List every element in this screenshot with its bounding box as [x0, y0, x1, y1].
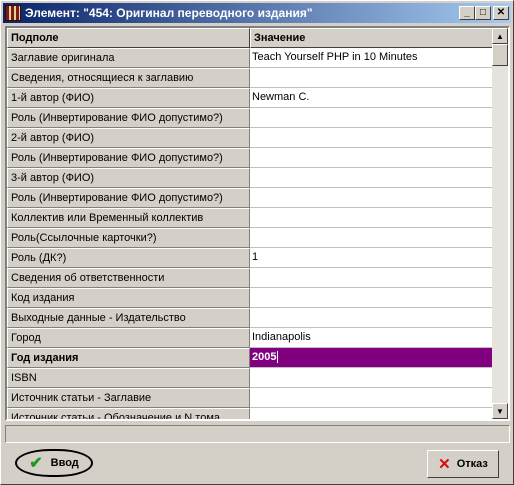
table-row[interactable]: Роль (ДК?) 1 [7, 248, 494, 268]
table-row[interactable]: Роль (Инвертирование ФИО допустимо?) [7, 148, 494, 168]
subfield-name-cell[interactable]: Коллектив или Временный коллектив [7, 208, 250, 228]
value-input-text[interactable]: 2005 [252, 351, 276, 363]
x-icon: ✕ [438, 456, 451, 473]
check-icon: ✔ [29, 455, 43, 472]
scroll-up-button[interactable]: ▲ [492, 28, 508, 44]
scroll-down-button[interactable]: ▼ [492, 403, 508, 419]
value-cell[interactable] [250, 388, 494, 408]
text-caret [277, 351, 279, 364]
subfield-name-cell[interactable]: Роль(Ссылочные карточки?) [7, 228, 250, 248]
table-row[interactable]: Заглавие оригинала Teach Yourself PHP in … [7, 48, 494, 68]
value-cell[interactable] [250, 68, 494, 88]
subfield-name-cell[interactable]: 3-й автор (ФИО) [7, 168, 250, 188]
subfield-grid[interactable]: Подполе Значение Заглавие оригинала Teach… [5, 26, 510, 421]
cancel-button-label: Отказ [456, 458, 488, 470]
column-header-value[interactable]: Значение [250, 28, 494, 48]
subfield-name-cell[interactable]: Код издания [7, 288, 250, 308]
table-row[interactable]: Роль (Инвертирование ФИО допустимо?) [7, 188, 494, 208]
subfield-name-cell[interactable]: Выходные данные - Издательство [7, 308, 250, 328]
window-title: Элемент: "454: Оригинал переводного изда… [25, 6, 313, 20]
value-cell[interactable]: Newman C. [250, 88, 494, 108]
column-header-subfield[interactable]: Подполе [7, 28, 250, 48]
value-cell[interactable] [250, 168, 494, 188]
value-cell[interactable] [250, 288, 494, 308]
dialog-window: Элемент: "454: Оригинал переводного изда… [0, 0, 514, 485]
table-row[interactable]: Сведения об ответственности [7, 268, 494, 288]
value-cell[interactable] [250, 148, 494, 168]
table-row[interactable]: Город Indianapolis [7, 328, 494, 348]
value-cell[interactable] [250, 268, 494, 288]
subfield-name-cell[interactable]: Роль (Инвертирование ФИО допустимо?) [7, 108, 250, 128]
value-cell[interactable] [250, 408, 494, 419]
value-cell[interactable] [250, 368, 494, 388]
value-cell[interactable]: Indianapolis [250, 328, 494, 348]
table-row[interactable]: 2-й автор (ФИО) [7, 128, 494, 148]
vertical-scrollbar[interactable]: ▲ ▼ [492, 28, 508, 419]
value-cell[interactable] [250, 128, 494, 148]
value-cell[interactable] [250, 108, 494, 128]
subfield-name-cell[interactable]: Заглавие оригинала [7, 48, 250, 68]
value-cell[interactable] [250, 228, 494, 248]
table-row[interactable]: Сведения, относящиеся к заглавию [7, 68, 494, 88]
ok-button[interactable]: ✔ Ввод [15, 449, 93, 477]
scroll-thumb[interactable] [492, 44, 508, 66]
subfield-name-cell[interactable]: Сведения об ответственности [7, 268, 250, 288]
subfield-name-cell[interactable]: Источник статьи - Заглавие [7, 388, 250, 408]
cancel-button[interactable]: ✕ Отказ [427, 450, 499, 478]
value-cell[interactable] [250, 308, 494, 328]
value-cell[interactable]: 1 [250, 248, 494, 268]
subfield-name-cell[interactable]: ISBN [7, 368, 250, 388]
grid-header: Подполе Значение [7, 28, 494, 48]
value-cell-editing[interactable]: 2005 [250, 348, 494, 368]
subfield-name-cell[interactable]: 1-й автор (ФИО) [7, 88, 250, 108]
arrow-up-icon: ▲ [496, 31, 504, 41]
subfield-name-cell[interactable]: Роль (Инвертирование ФИО допустимо?) [7, 188, 250, 208]
subfield-name-cell[interactable]: Сведения, относящиеся к заглавию [7, 68, 250, 88]
table-row[interactable]: ISBN [7, 368, 494, 388]
table-row[interactable]: Роль(Ссылочные карточки?) [7, 228, 494, 248]
table-row[interactable]: Выходные данные - Издательство [7, 308, 494, 328]
maximize-button[interactable]: □ [475, 6, 491, 20]
table-row[interactable]: 1-й автор (ФИО) Newman C. [7, 88, 494, 108]
close-button[interactable]: ✕ [493, 6, 509, 20]
table-row[interactable]: Год издания 2005 [7, 348, 494, 368]
value-cell[interactable]: Teach Yourself PHP in 10 Minutes [250, 48, 494, 68]
subfield-name-cell[interactable]: Источник статьи - Обозначение и N тома [7, 408, 250, 419]
app-icon[interactable] [5, 5, 21, 21]
value-cell[interactable] [250, 208, 494, 228]
ok-button-label: Ввод [50, 457, 79, 469]
status-bar [5, 425, 510, 443]
title-bar[interactable]: Элемент: "454: Оригинал переводного изда… [3, 3, 511, 23]
minimize-button[interactable]: _ [459, 6, 475, 20]
table-row[interactable]: 3-й автор (ФИО) [7, 168, 494, 188]
table-row[interactable]: Источник статьи - Обозначение и N тома [7, 408, 494, 419]
subfield-name-cell[interactable]: 2-й автор (ФИО) [7, 128, 250, 148]
grid-body: Подполе Значение Заглавие оригинала Teach… [7, 28, 494, 419]
table-row[interactable]: Коллектив или Временный коллектив [7, 208, 494, 228]
table-row[interactable]: Роль (Инвертирование ФИО допустимо?) [7, 108, 494, 128]
table-row[interactable]: Код издания [7, 288, 494, 308]
subfield-name-cell[interactable]: Год издания [7, 348, 250, 368]
subfield-name-cell[interactable]: Город [7, 328, 250, 348]
value-cell[interactable] [250, 188, 494, 208]
arrow-down-icon: ▼ [496, 406, 504, 416]
subfield-name-cell[interactable]: Роль (ДК?) [7, 248, 250, 268]
table-row[interactable]: Источник статьи - Заглавие [7, 388, 494, 408]
subfield-name-cell[interactable]: Роль (Инвертирование ФИО допустимо?) [7, 148, 250, 168]
